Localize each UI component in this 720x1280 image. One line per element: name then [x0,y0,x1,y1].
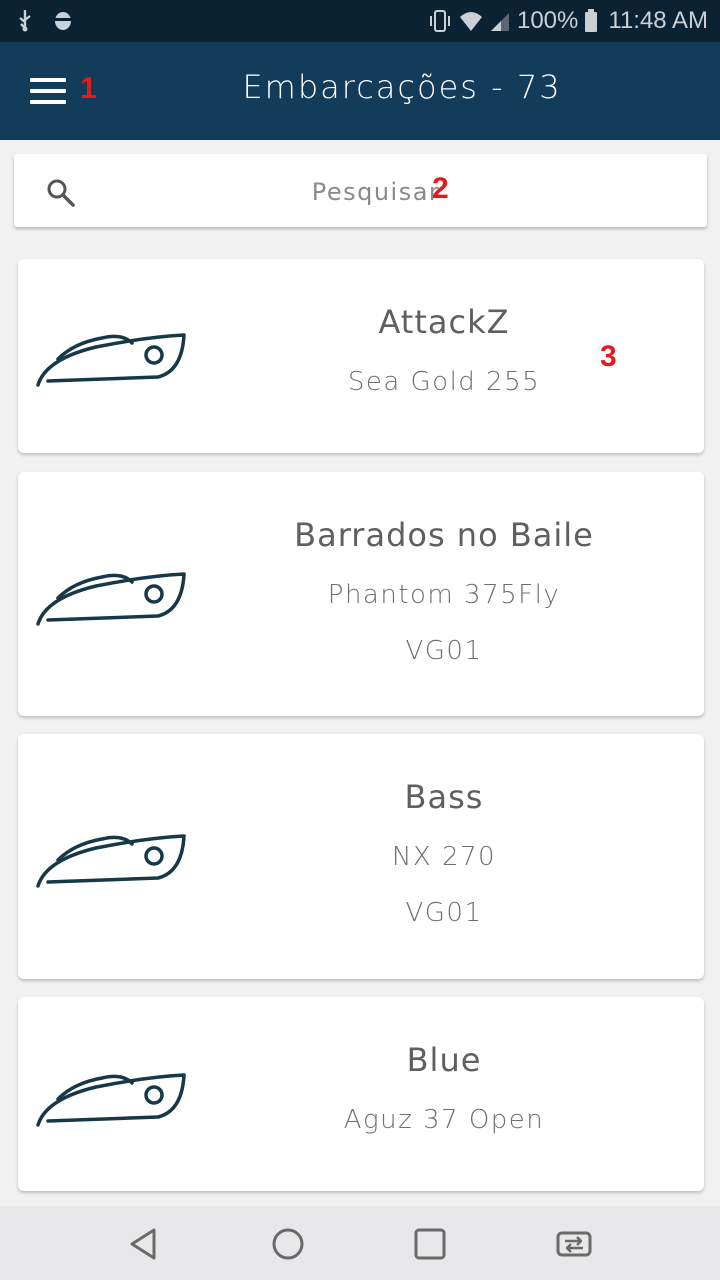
boat-name: Bass [404,778,484,816]
boat-code: VG01 [405,636,483,666]
system-nav-bar [0,1206,720,1280]
battery-icon [585,9,598,32]
battery-percent: 100% [516,7,579,34]
page-title: Embarcações - 73 [242,68,562,106]
annotation-marker-3: 3 [600,340,617,373]
home-icon[interactable] [268,1224,308,1264]
boat-model: Sea Gold 255 [347,367,541,397]
usb-icon [19,10,31,32]
vibrate-icon [429,10,450,32]
app-bar: 1 Embarcações - 73 [0,42,720,140]
boat-code: VG01 [405,898,483,928]
boat-name: Blue [406,1041,482,1079]
boat-model: Aguz 37 Open [343,1105,545,1135]
search-icon[interactable] [46,178,76,208]
boat-list-item[interactable]: Blue Aguz 37 Open [18,997,704,1191]
boat-list-item[interactable]: Bass NX 270 VG01 [18,734,704,979]
boat-name: Barrados no Baile [294,516,594,554]
search-bar[interactable] [14,154,707,229]
status-bar: 100% 11:48 AM [0,0,720,42]
boat-model: Phantom 375Fly [327,580,561,610]
signal-icon [490,13,509,31]
boat-icon [36,834,186,888]
boat-name: AttackZ [378,303,510,341]
boat-icon [36,1073,186,1127]
boat-list-item[interactable]: Barrados no Baile Phantom 375Fly VG01 [18,472,704,716]
boat-icon [36,333,186,387]
wifi-icon [459,12,482,31]
boat-model: NX 270 [391,842,497,872]
annotation-marker-2: 2 [432,172,449,205]
android-debug-icon [53,12,73,30]
search-input[interactable] [114,154,638,229]
switch-app-icon[interactable] [554,1224,594,1264]
boat-icon [36,572,186,626]
clock: 11:48 AM [608,7,708,34]
recents-icon[interactable] [410,1224,450,1264]
back-icon[interactable] [124,1224,164,1264]
